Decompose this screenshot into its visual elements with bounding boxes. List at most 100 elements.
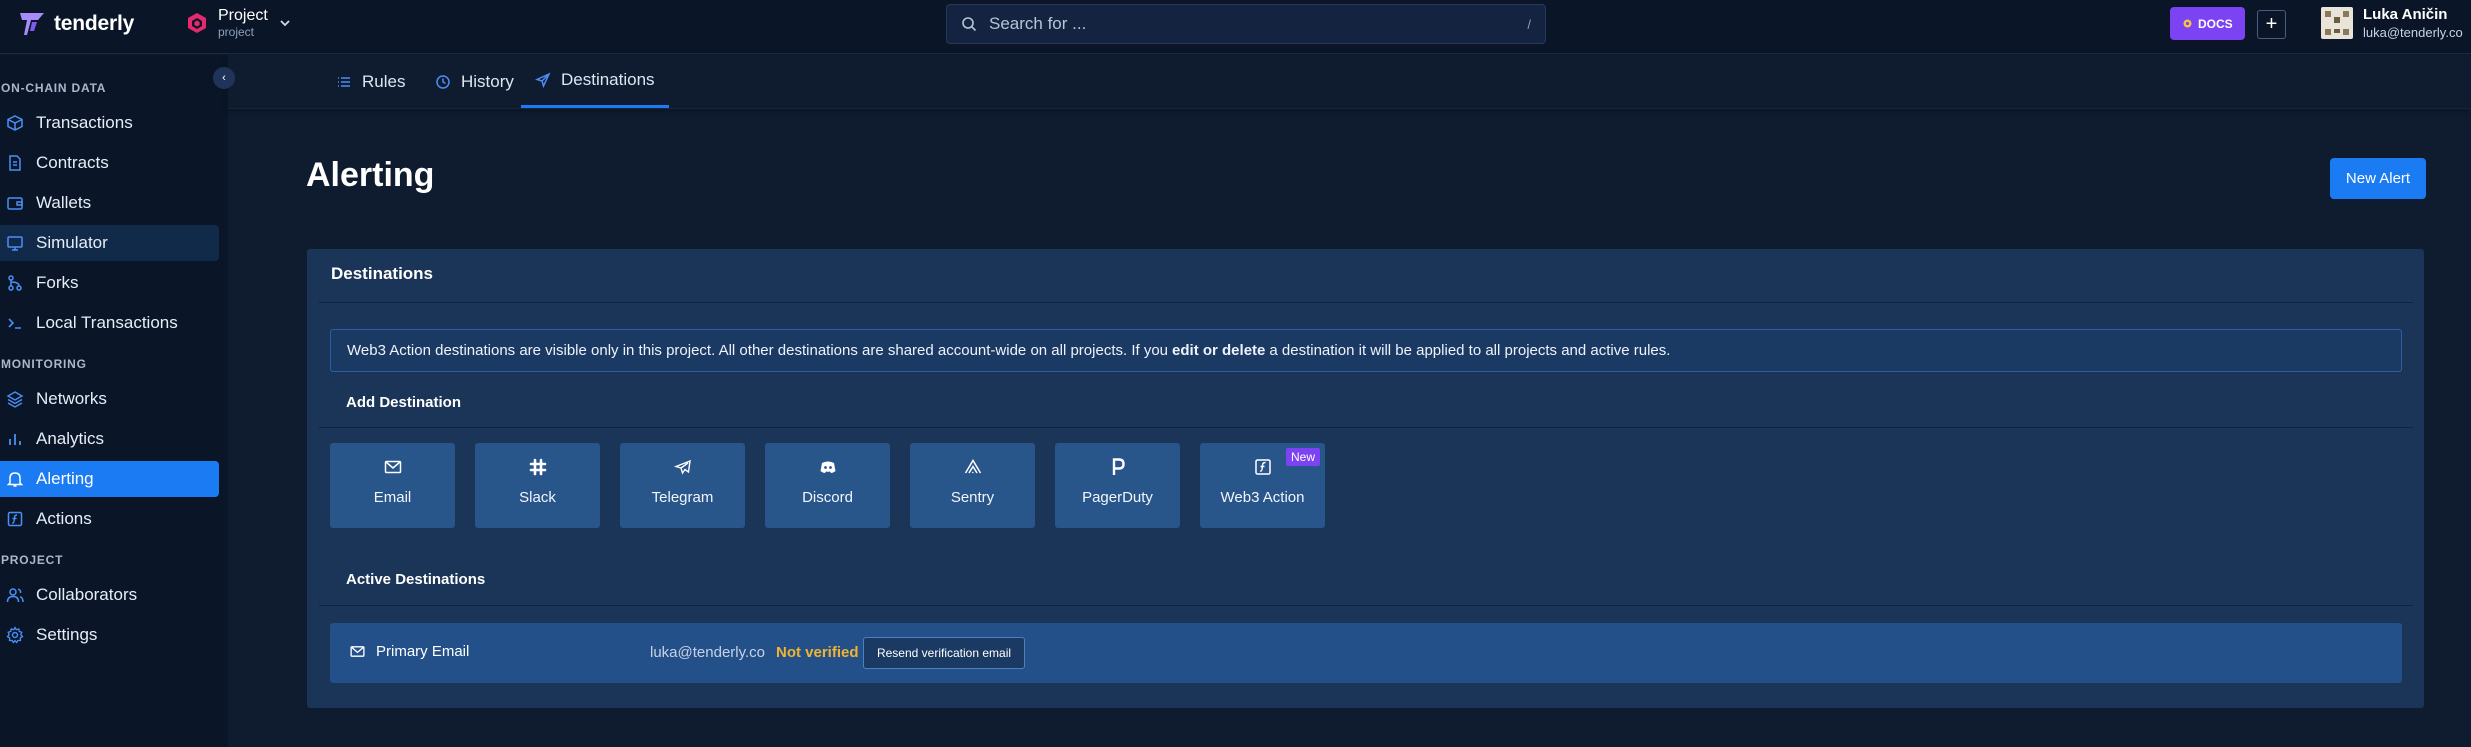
tab-destinations[interactable]: Destinations [521,55,669,108]
layers-icon [6,391,24,408]
gear-icon [6,626,24,644]
mail-icon [350,646,365,657]
section-label-on-chain-data: ON-CHAIN DATA [1,81,107,95]
sidebar-item-label: Actions [36,509,92,528]
docs-button[interactable]: DOCS [2170,7,2245,40]
destination-discord-button[interactable]: Discord [765,443,890,528]
sidebar-item-label: Contracts [36,153,109,172]
project-hexagon-icon [188,13,206,33]
destination-name: Primary Email [349,643,469,660]
avatar-pattern-icon [2325,11,2349,35]
brand-name: tenderly [54,12,135,35]
tab-rules[interactable]: Rules [322,55,419,108]
card-title: Destinations [331,264,434,283]
sidebar-item-alerting[interactable]: Alerting [0,461,219,497]
send-icon [535,72,551,88]
divider [319,427,2413,428]
pagerduty-icon [1112,458,1125,475]
users-icon [6,588,24,603]
add-destination-heading: Add Destination [346,394,461,411]
function-icon [7,511,23,527]
section-label-monitoring: MONITORING [1,357,87,371]
sidebar-item-networks[interactable]: Networks [0,381,219,417]
destination-email-button[interactable]: Email [330,443,455,528]
search-shortcut-hint: / [1527,16,1531,32]
sidebar-item-label: Analytics [36,429,105,448]
sidebar-item-simulator[interactable]: Simulator [0,225,219,261]
sidebar-item-label: Simulator [36,233,108,252]
sidebar-item-local-transactions[interactable]: Local Transactions [0,305,219,341]
divider [319,302,2413,303]
document-icon [9,155,21,171]
search-input[interactable] [989,14,1528,34]
sidebar-item-label: Wallets [36,193,92,212]
sidebar-item-label: Collaborators [36,585,138,604]
info-text-bold: edit or delete [1172,342,1266,359]
discord-icon [820,461,835,473]
tenderly-logo-icon [20,13,44,35]
docs-label: DOCS [2198,16,2233,31]
sidebar-item-wallets[interactable]: Wallets [0,185,219,221]
destination-slack-button[interactable]: Slack [475,443,600,528]
list-icon [338,76,350,87]
destination-label: Slack [519,489,556,506]
sidebar-item-contracts[interactable]: Contracts [0,145,219,181]
destination-label: Discord [802,489,853,506]
fork-icon [8,275,22,291]
destination-name-label: Primary Email [376,643,470,660]
bar-chart-icon [9,434,21,445]
tab-history[interactable]: History [421,55,528,108]
destination-telegram-button[interactable]: Telegram [620,443,745,528]
project-slug: project [218,25,255,39]
destinations-card: Destinations Web3 Action destinations ar… [307,249,2424,708]
destination-sentry-button[interactable]: Sentry [910,443,1035,528]
sidebar-item-settings[interactable]: Settings [0,617,219,653]
sidebar-item-transactions[interactable]: Transactions [0,105,219,141]
sidebar-item-label: Transactions [36,113,133,132]
destination-pagerduty-button[interactable]: PagerDuty [1055,443,1180,528]
info-text-suffix: a destination it will be applied to all … [1269,342,1671,359]
slack-icon [529,458,546,476]
sidebar-collapse-button[interactable]: ‹ [213,67,235,89]
add-button[interactable]: + [2257,10,2286,39]
docs-rocket-icon [2183,19,2192,28]
tab-label: Destinations [561,70,655,89]
tab-label: Rules [362,71,406,91]
new-alert-button[interactable]: New Alert [2330,158,2426,199]
sidebar-item-label: Forks [36,273,79,292]
tenderly-logo[interactable]: tenderly [18,11,134,37]
active-destinations-heading: Active Destinations [346,571,486,588]
wallet-icon [7,197,23,210]
tab-label: History [461,71,514,91]
function-icon [1254,459,1271,475]
sidebar-item-analytics[interactable]: Analytics [0,421,219,457]
user-email: luka@tenderly.co [2363,25,2463,40]
cube-icon [7,115,23,131]
destination-email: luka@tenderly.co [650,644,766,661]
sidebar-item-actions[interactable]: Actions [0,501,219,537]
sidebar-item-label: Settings [36,625,98,644]
clock-icon [436,74,450,89]
sidebar-item-label: Networks [36,389,107,408]
mail-icon [384,460,401,474]
active-destination-row: Primary Email luka@tenderly.co Not verif… [330,623,2402,683]
chevron-down-icon [280,20,290,27]
info-banner: Web3 Action destinations are visible onl… [330,329,2402,372]
destination-web3-action-button[interactable]: Web3 Action New [1200,443,1325,528]
page-title: Alerting [306,156,435,194]
destination-label: Telegram [651,489,714,506]
project-switcher[interactable]: Project project [186,6,292,40]
destination-label: Web3 Action [1220,489,1305,506]
top-bar: tenderly Project project / DOCS + Luka A… [0,0,2471,54]
user-name: Luka Aničin [2363,6,2448,23]
tab-bar: Rules History Destinations [228,55,2471,109]
destination-label: PagerDuty [1082,489,1153,506]
monitor-icon [7,236,23,251]
sidebar-item-forks[interactable]: Forks [0,265,219,301]
search-bar[interactable]: / [946,4,1546,44]
user-menu[interactable]: Luka Aničin luka@tenderly.co [2321,5,2463,41]
resend-verification-button[interactable]: Resend verification email [863,637,1025,669]
destination-label: Sentry [950,489,995,506]
terminal-icon [8,318,21,329]
sidebar-item-collaborators[interactable]: Collaborators [0,577,219,613]
